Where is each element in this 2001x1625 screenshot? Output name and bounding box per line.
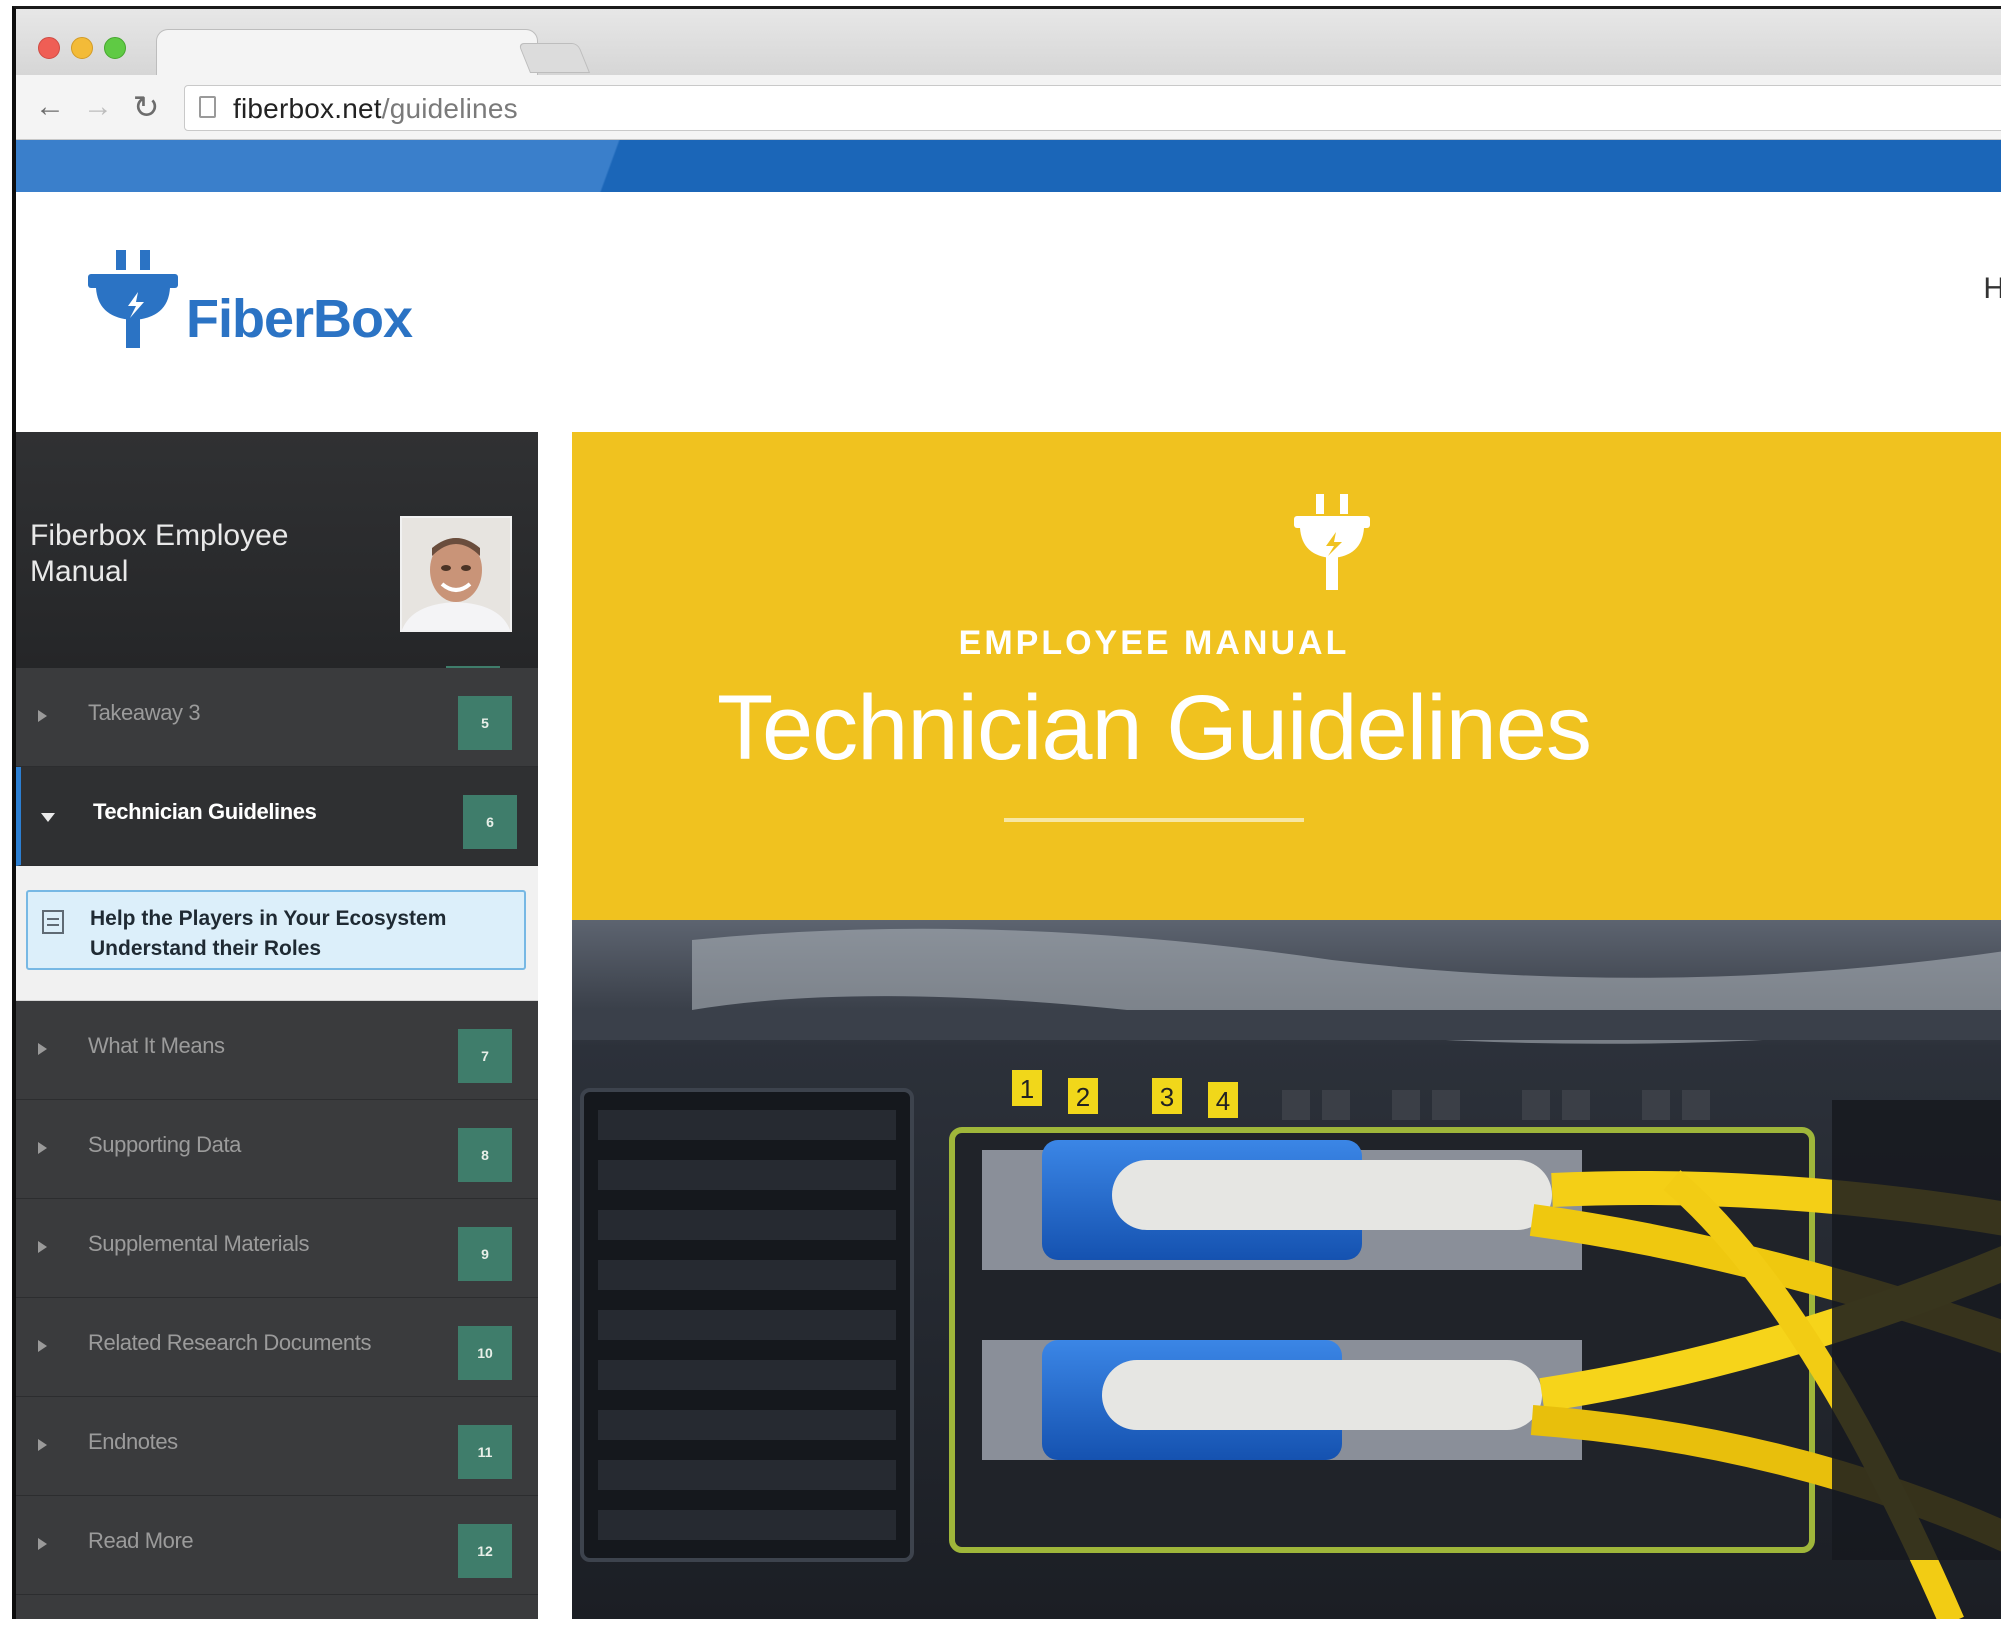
tab-strip	[16, 9, 2001, 76]
page-number-badge: 5	[458, 696, 512, 750]
close-window-button[interactable]	[38, 37, 60, 59]
toc-item-label: Read More	[88, 1528, 194, 1553]
expand-arrow-icon[interactable]	[38, 1340, 47, 1352]
top-nav-link-peek[interactable]: H	[1983, 272, 2001, 306]
page-icon	[199, 96, 216, 118]
toc-item-related-research-documents[interactable]: Related Research Documents 10	[16, 1298, 538, 1397]
minimize-window-button[interactable]	[71, 37, 93, 59]
plug-logo-icon[interactable]	[88, 250, 178, 350]
document-icon	[42, 910, 64, 934]
browser-toolbar: ← → ↻ fiberbox.net/guidelines	[16, 75, 2001, 140]
port-label: 1	[1020, 1074, 1034, 1104]
toc-item-label: Takeaway 3	[88, 700, 201, 725]
toc-item-read-more[interactable]: Read More 12	[16, 1496, 538, 1595]
zoom-window-button[interactable]	[104, 37, 126, 59]
table-of-contents: Takeaway 3 5 Technician Guidelines 6 Hel…	[16, 666, 538, 1595]
web-page: FiberBox H Fiberbox Employee Manual	[16, 140, 2001, 1619]
toc-subitem-label: Help the Players in Your Ecosystem Under…	[90, 907, 447, 960]
hero-kicker: EMPLOYEE MANUAL	[958, 624, 1350, 662]
browser-tab[interactable]	[156, 29, 538, 76]
expand-arrow-icon[interactable]	[38, 1043, 47, 1055]
url-domain: fiberbox.net	[233, 93, 382, 124]
toc-item-supporting-data[interactable]: Supporting Data 8	[16, 1100, 538, 1199]
toc-item-label: What It Means	[88, 1033, 225, 1058]
page-number-badge: 9	[458, 1227, 512, 1281]
top-color-stripe	[16, 140, 2001, 192]
manual-title: Fiberbox Employee Manual	[30, 519, 289, 588]
port-label: 4	[1216, 1086, 1230, 1116]
toc-item-label: Related Research Documents	[88, 1330, 372, 1355]
page-number-badge: 11	[458, 1425, 512, 1479]
toc-item-takeaway-3[interactable]: Takeaway 3 5	[16, 668, 538, 767]
toc-item-label: Endnotes	[88, 1429, 178, 1454]
toc-item-supplemental-materials[interactable]: Supplemental Materials 9	[16, 1199, 538, 1298]
back-arrow-icon[interactable]: ←	[32, 89, 68, 125]
plug-icon	[1294, 494, 1370, 590]
author-avatar	[400, 516, 512, 632]
hero-title: Technician Guidelines	[717, 677, 1592, 779]
toc-item-endnotes[interactable]: Endnotes 11	[16, 1397, 538, 1496]
fiber-switch-photo: 1 2 3 4	[572, 920, 2001, 1619]
page-number-badge: 12	[458, 1524, 512, 1578]
page-number-badge: 6	[463, 795, 517, 849]
hero-divider	[1004, 818, 1304, 822]
collapse-arrow-icon[interactable]	[41, 813, 55, 822]
browser-window: ← → ↻ fiberbox.net/guidelines FiberBox H…	[12, 6, 2001, 1619]
site-logo-text[interactable]: FiberBox	[186, 288, 413, 350]
toc-item-what-it-means[interactable]: What It Means 7	[16, 1001, 538, 1100]
page-number-badge: 7	[458, 1029, 512, 1083]
forward-arrow-icon[interactable]: →	[80, 89, 116, 125]
toc-item-label: Technician Guidelines	[93, 799, 317, 824]
new-tab-button[interactable]	[517, 43, 591, 73]
toc-subitem-selected[interactable]: Help the Players in Your Ecosystem Under…	[26, 890, 526, 970]
url-text[interactable]: fiberbox.net/guidelines	[233, 93, 518, 125]
toc-item-label: Supplemental Materials	[88, 1231, 310, 1256]
reload-icon[interactable]: ↻	[128, 89, 164, 125]
address-bar[interactable]: fiberbox.net/guidelines	[184, 85, 2001, 131]
toc-item-technician-guidelines[interactable]: Technician Guidelines 6	[16, 767, 538, 866]
url-path: /guidelines	[381, 93, 518, 124]
site-header: FiberBox H	[16, 192, 2001, 432]
expand-arrow-icon[interactable]	[38, 1241, 47, 1253]
port-label: 3	[1160, 1082, 1174, 1112]
sidebar: Fiberbox Employee Manual Takeaway 3 5 Te…	[16, 432, 538, 1619]
page-number-badge: 10	[458, 1326, 512, 1380]
page-number-badge: 8	[458, 1128, 512, 1182]
expand-arrow-icon[interactable]	[38, 1439, 47, 1451]
main-content: EMPLOYEE MANUAL Technician Guidelines 1 …	[572, 432, 2001, 1619]
port-label: 2	[1076, 1082, 1090, 1112]
toc-subsection-panel: Help the Players in Your Ecosystem Under…	[16, 866, 538, 1001]
hero-banner: EMPLOYEE MANUAL Technician Guidelines	[572, 432, 2001, 920]
expand-arrow-icon[interactable]	[38, 710, 47, 722]
toc-item-label: Supporting Data	[88, 1132, 241, 1157]
sidebar-header: Fiberbox Employee Manual	[16, 432, 538, 668]
expand-arrow-icon[interactable]	[38, 1538, 47, 1550]
expand-arrow-icon[interactable]	[38, 1142, 47, 1154]
